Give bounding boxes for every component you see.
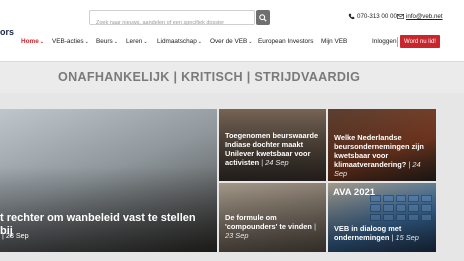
mail-icon bbox=[397, 14, 404, 19]
hero-article-title: t rechter om wanbeleid vast te stellen b… bbox=[0, 212, 196, 238]
nav-item-over-de-veb[interactable]: Over de VEB⌄ bbox=[210, 38, 253, 45]
article-title: VEB in dialoog met ondernemingen | 15 Se… bbox=[334, 224, 419, 243]
hero-article-tile[interactable]: t rechter om wanbeleid vast te stellen b… bbox=[0, 109, 217, 252]
article-tile-unilever[interactable]: Toegenomen beurswaarde Indiase dochter m… bbox=[219, 109, 326, 181]
nav-item-home[interactable]: Home⌄ bbox=[21, 38, 44, 45]
hero-article-date: | 28 Sep bbox=[2, 231, 29, 240]
ava-label: AVA 2021 bbox=[333, 187, 376, 198]
search-input[interactable] bbox=[90, 16, 254, 30]
article-tile-compounders[interactable]: De formule om 'compounders' te vinden | … bbox=[219, 183, 326, 252]
nav-item-mijn-veb[interactable]: Mijn VEB bbox=[321, 38, 347, 45]
chevron-down-icon: ⌄ bbox=[113, 39, 118, 45]
article-title: De formule om 'compounders' te vinden | … bbox=[225, 213, 316, 241]
article-date: | 15 Sep bbox=[391, 233, 419, 243]
search-button[interactable] bbox=[256, 10, 270, 25]
article-date: | 24 Sep bbox=[261, 158, 289, 168]
article-title: Welke Nederlandse beursondernemingen zij… bbox=[334, 133, 424, 179]
chevron-down-icon: ⌄ bbox=[84, 39, 89, 45]
nav-separator bbox=[397, 37, 398, 47]
nav-item-lidmaatschap[interactable]: Lidmaatschap⌄ bbox=[157, 38, 202, 45]
join-button[interactable]: Word nu lid! bbox=[400, 35, 440, 48]
login-link[interactable]: Inloggen bbox=[372, 38, 397, 45]
search-box bbox=[89, 10, 255, 30]
tagline: ONAFHANKELIJK | KRITISCH | STRIJDVAARDIG bbox=[58, 70, 361, 84]
article-tile-ava[interactable]: AVA 2021 VEB in dialoog met onderneminge… bbox=[328, 183, 436, 252]
nav-item-beurs[interactable]: Beurs⌄ bbox=[96, 38, 118, 45]
nav-item-veb-acties[interactable]: VEB-acties⌄ bbox=[52, 38, 89, 45]
phone-contact[interactable]: 070-313 00 00 bbox=[348, 13, 397, 20]
email-address: info@veb.net bbox=[406, 13, 443, 20]
phone-number: 070-313 00 00 bbox=[357, 13, 397, 20]
nav-item-leren[interactable]: Leren⌄ bbox=[126, 38, 148, 45]
search-icon bbox=[259, 13, 267, 22]
article-tile-klimaat[interactable]: Welke Nederlandse beursondernemingen zij… bbox=[328, 109, 436, 181]
chevron-down-icon: ⌄ bbox=[39, 39, 44, 45]
email-contact[interactable]: info@veb.net bbox=[397, 13, 443, 20]
chevron-down-icon: ⌄ bbox=[248, 39, 253, 45]
nav-item-european-investors[interactable]: European Investors bbox=[258, 38, 313, 45]
phone-icon bbox=[348, 13, 355, 20]
article-title: Toegenomen beurswaarde Indiase dochter m… bbox=[225, 131, 319, 168]
chevron-down-icon: ⌄ bbox=[143, 39, 148, 45]
chevron-down-icon: ⌄ bbox=[197, 39, 202, 45]
